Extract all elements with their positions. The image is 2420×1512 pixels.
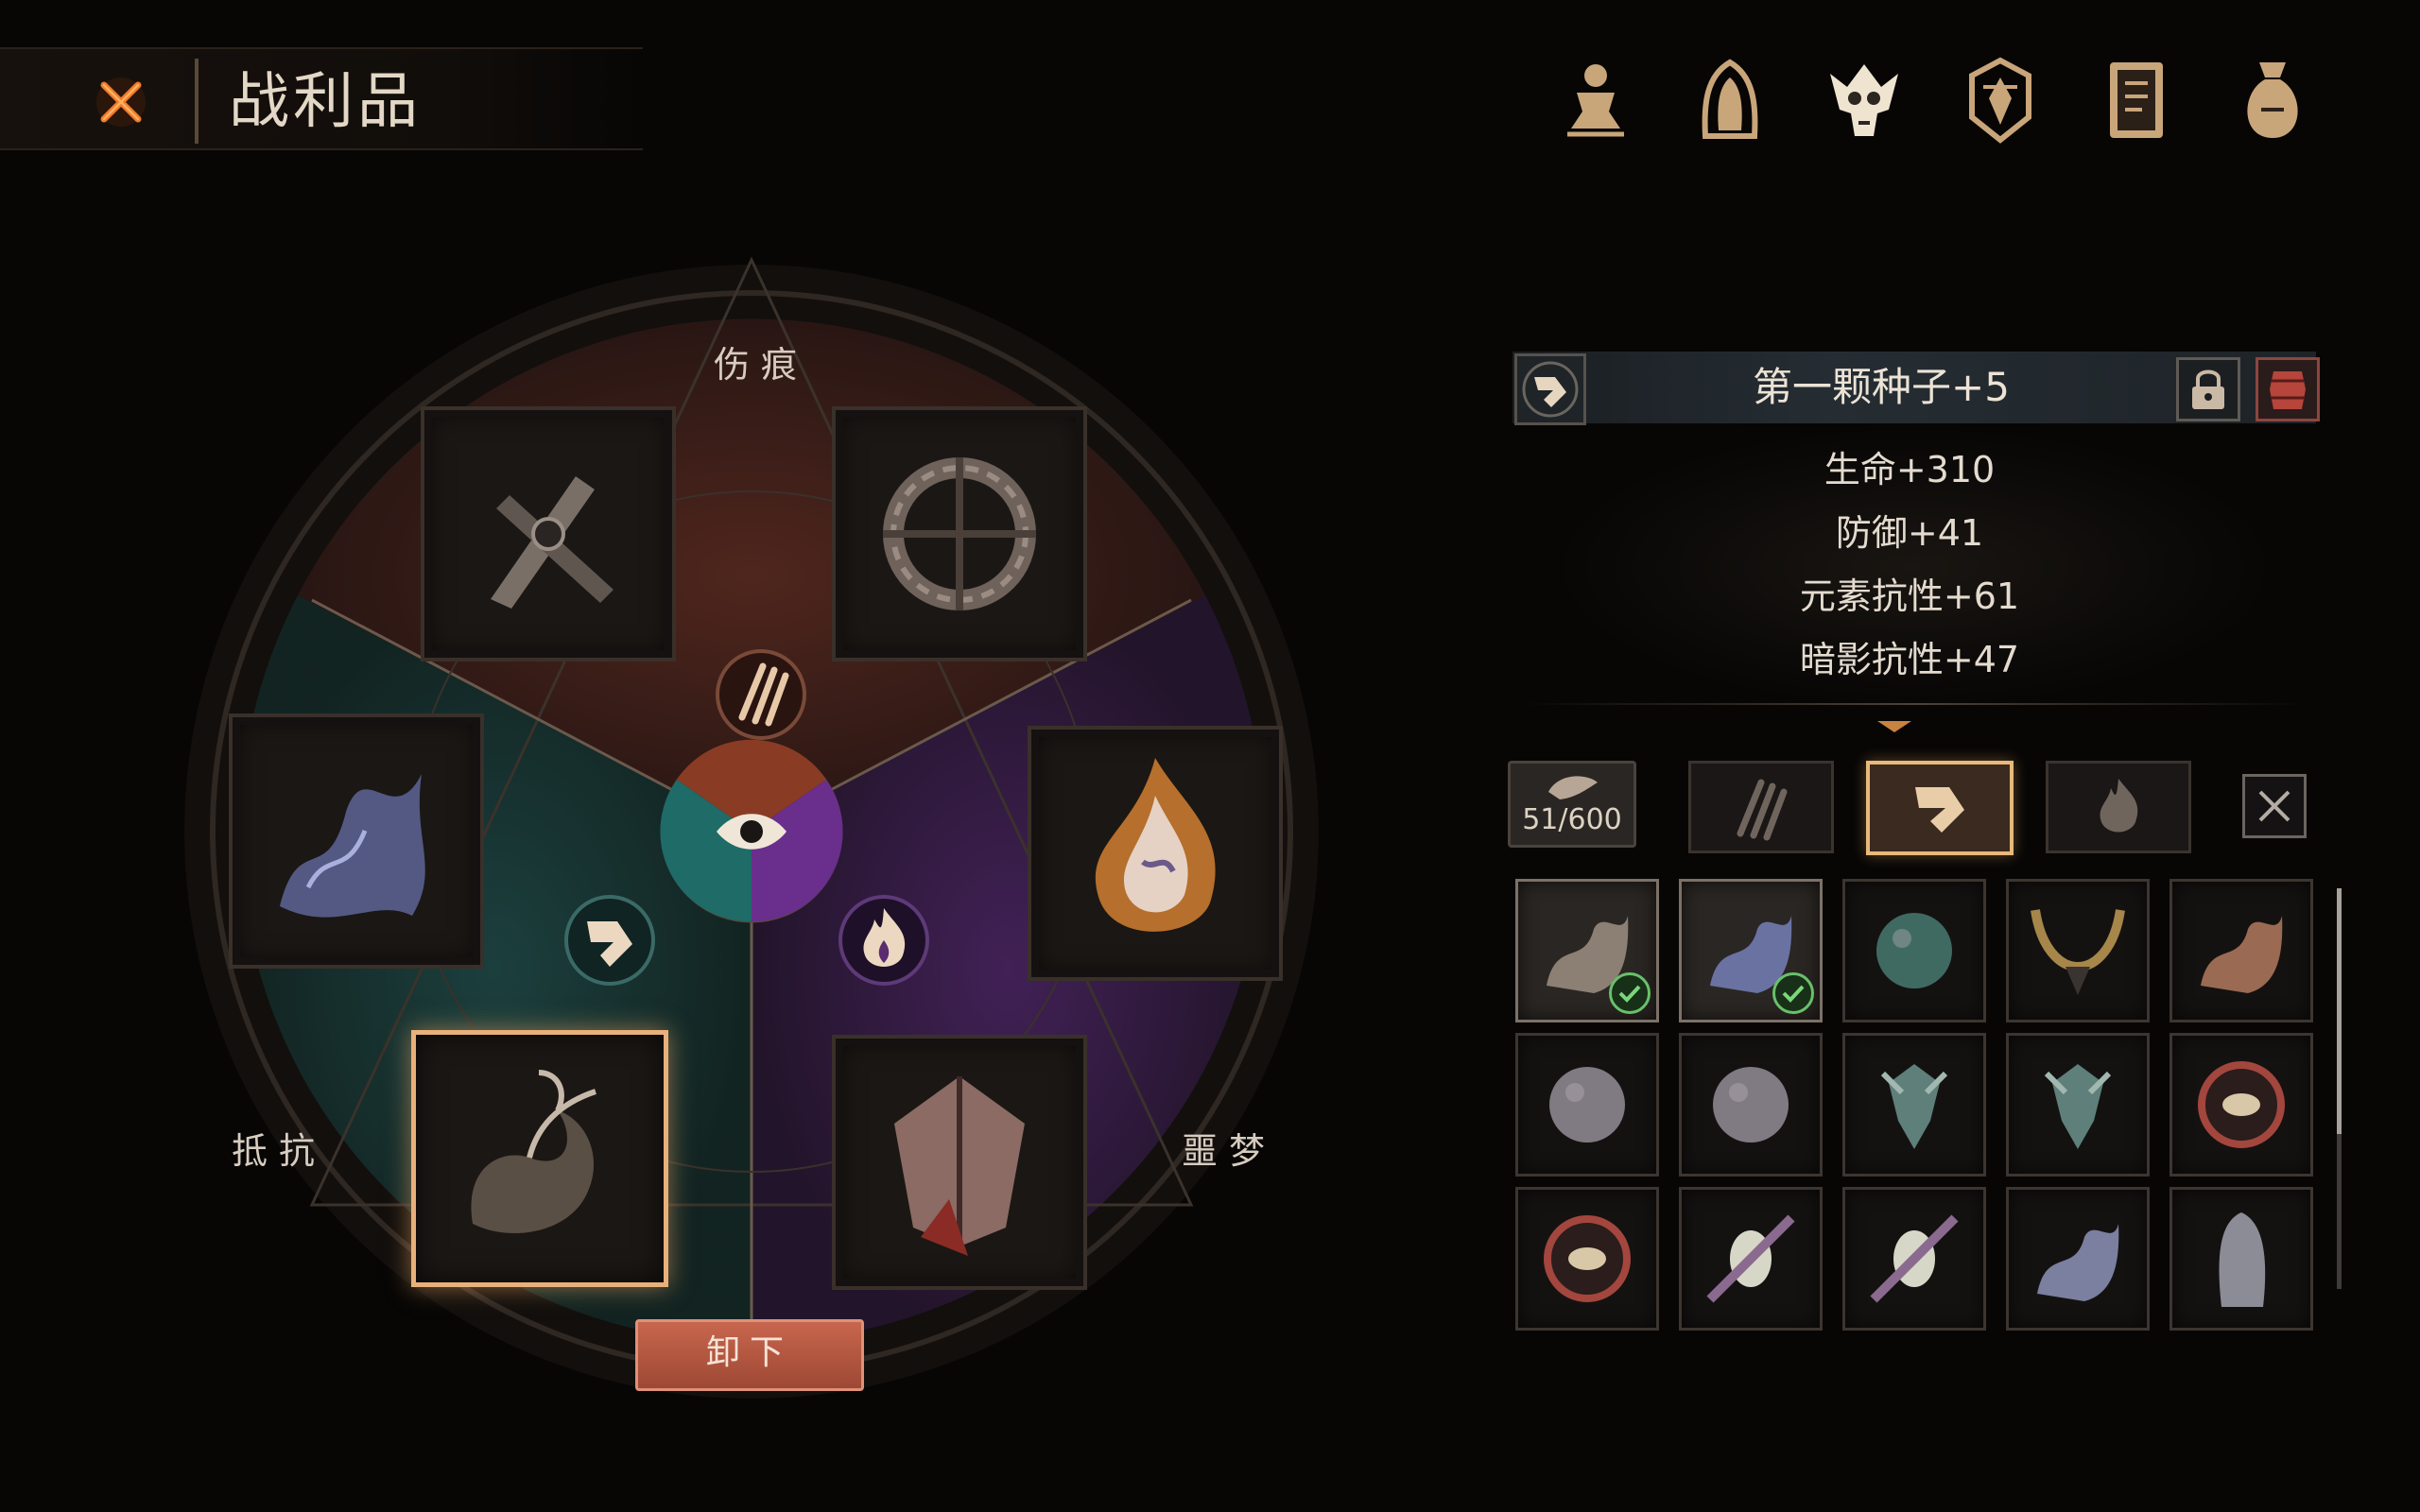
page-title: 战利品 bbox=[229, 67, 422, 137]
inventory-item[interactable] bbox=[2169, 879, 2313, 1022]
nav-skull-tab[interactable] bbox=[1819, 55, 1910, 146]
stat-defense: 防御+41 bbox=[1835, 512, 1984, 554]
filter-nightmare-tab[interactable] bbox=[2046, 761, 2191, 853]
inventory-item[interactable] bbox=[1679, 879, 1823, 1022]
inventory-item[interactable] bbox=[1679, 1187, 1823, 1331]
nav-journal-tab[interactable] bbox=[2091, 55, 2182, 146]
scissor-blade-icon bbox=[491, 476, 614, 609]
inventory-item[interactable] bbox=[1842, 1033, 1986, 1177]
inventory-scroll-thumb[interactable] bbox=[2337, 888, 2342, 1134]
arrow-sigil-icon bbox=[564, 895, 655, 986]
nightmare-sigil bbox=[837, 893, 931, 988]
inventory-item[interactable] bbox=[1679, 1033, 1823, 1177]
bound-eye-icon bbox=[1544, 1215, 1631, 1302]
resist-label: 抵抗 bbox=[232, 1130, 327, 1172]
loot-wheel: 伤痕 抵抗 噩梦 bbox=[161, 241, 1361, 1441]
nav-emblem-tab[interactable] bbox=[1955, 55, 2046, 146]
bound-eye-icon bbox=[2198, 1061, 2285, 1148]
slot-resist-1[interactable] bbox=[229, 713, 484, 969]
filter-wound-tab[interactable] bbox=[1688, 761, 1834, 853]
slot-nightmare-1[interactable] bbox=[1028, 726, 1283, 981]
burning-wisp-icon bbox=[1095, 758, 1216, 932]
resist-sigil bbox=[562, 893, 657, 988]
stat-hp: 生命+310 bbox=[1824, 449, 1996, 490]
inventory-item[interactable] bbox=[1842, 879, 1986, 1022]
feather-egg-icon bbox=[1706, 1214, 1795, 1303]
sprout-seed-icon bbox=[471, 1070, 596, 1233]
tooth-necklace-icon bbox=[2031, 909, 2125, 995]
equipped-check-icon bbox=[1772, 972, 1814, 1014]
character-icon bbox=[1567, 64, 1624, 137]
arrow-sigil-icon bbox=[1915, 787, 1964, 833]
inventory-item[interactable] bbox=[2006, 879, 2150, 1022]
nightmare-label: 噩梦 bbox=[1182, 1130, 1277, 1172]
salvage-button[interactable] bbox=[2256, 357, 2320, 421]
close-x-icon bbox=[2258, 790, 2290, 822]
arrow-sigil-icon bbox=[1522, 361, 1579, 418]
flayed-hide-icon bbox=[894, 1076, 1025, 1256]
lock-button[interactable] bbox=[2176, 357, 2240, 421]
clear-filter-button[interactable] bbox=[2242, 774, 2307, 838]
hooded-figure-icon bbox=[2219, 1212, 2266, 1307]
barrel-icon bbox=[2270, 371, 2306, 409]
lock-icon bbox=[2192, 369, 2224, 409]
stat-elemental-resist: 元素抗性+61 bbox=[1799, 576, 2020, 617]
moss-orb-icon bbox=[1876, 913, 1952, 988]
inventory-item[interactable] bbox=[2006, 1033, 2150, 1177]
slot-wound-1[interactable] bbox=[421, 406, 676, 662]
nav-hood-tab[interactable] bbox=[1685, 55, 1775, 146]
slot-wound-2[interactable] bbox=[832, 406, 1087, 662]
stat-shadow-resist: 暗影抗性+47 bbox=[1799, 639, 2020, 680]
detail-divider bbox=[1522, 703, 2307, 705]
shield-emblem-icon bbox=[1969, 57, 2031, 144]
horned-bloom-icon bbox=[1880, 1064, 1948, 1149]
expand-arrow-icon[interactable] bbox=[1877, 721, 1911, 732]
close-button[interactable] bbox=[83, 64, 159, 140]
inventory-item[interactable] bbox=[1515, 1187, 1659, 1331]
header-divider bbox=[195, 59, 199, 144]
thorn-wreath-icon bbox=[883, 457, 1036, 610]
skull-icon bbox=[1830, 64, 1898, 136]
item-name: 第一颗种子+5 bbox=[1753, 364, 2010, 410]
claw-slash-icon bbox=[1737, 779, 1788, 841]
eye-icon bbox=[717, 814, 786, 850]
filter-resist-tab[interactable] bbox=[1866, 761, 2014, 855]
horned-bloom-icon bbox=[2044, 1064, 2112, 1149]
slot-resist-2[interactable] bbox=[411, 1030, 668, 1287]
inventory-item[interactable] bbox=[2006, 1187, 2150, 1331]
stone-orb-icon bbox=[1713, 1067, 1789, 1143]
flame-sigil-icon bbox=[838, 895, 929, 986]
inventory-item[interactable] bbox=[1842, 1187, 1986, 1331]
inventory-count: 51/600 bbox=[1522, 803, 1622, 836]
inventory-item[interactable] bbox=[2169, 1187, 2313, 1331]
stone-orb-icon bbox=[1549, 1067, 1625, 1143]
claw-slash-icon bbox=[716, 649, 806, 740]
wound-label: 伤痕 bbox=[714, 344, 809, 386]
equipped-check-icon bbox=[1609, 972, 1651, 1014]
close-x-icon bbox=[96, 77, 146, 127]
feather-egg-icon bbox=[1870, 1214, 1959, 1303]
inventory-item[interactable] bbox=[1515, 1033, 1659, 1177]
hood-icon bbox=[1702, 59, 1758, 139]
wound-sigil bbox=[714, 647, 808, 742]
loot-bag-icon bbox=[2247, 62, 2298, 138]
journal-icon bbox=[2110, 62, 2163, 138]
fur-pelt-icon bbox=[2201, 916, 2283, 993]
item-type-badge bbox=[1514, 353, 1586, 425]
flame-sigil-icon bbox=[2100, 779, 2138, 833]
nav-loot-tab[interactable] bbox=[2227, 55, 2318, 146]
ash-vase-icon bbox=[2037, 1224, 2119, 1301]
unequip-button[interactable]: 卸下 bbox=[635, 1319, 864, 1391]
inventory-item[interactable] bbox=[2169, 1033, 2313, 1177]
nav-character-tab[interactable] bbox=[1550, 55, 1641, 146]
slot-nightmare-2[interactable] bbox=[832, 1035, 1087, 1290]
shadow-tendrils-icon bbox=[280, 774, 425, 918]
inventory-item[interactable] bbox=[1515, 879, 1659, 1022]
